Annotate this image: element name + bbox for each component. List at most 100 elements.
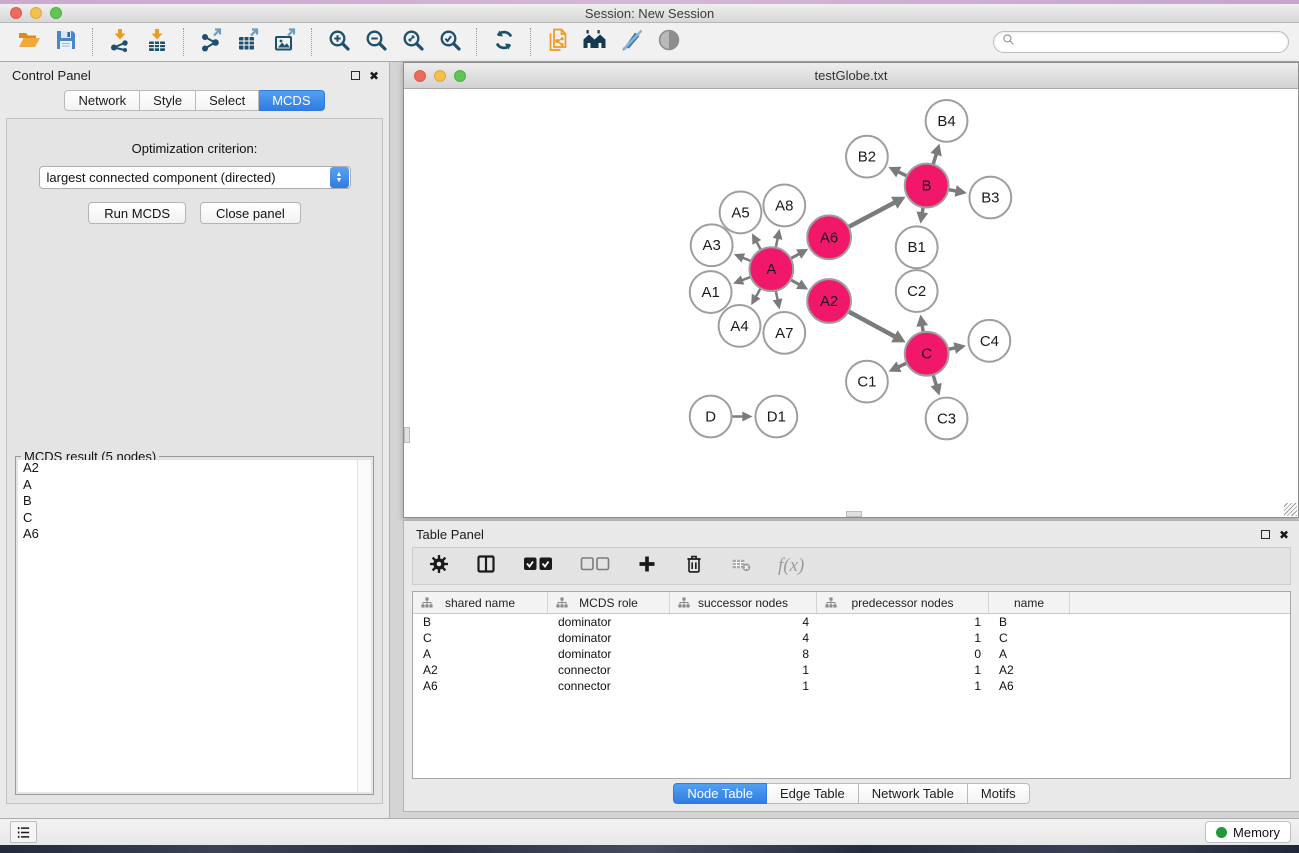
- table-row[interactable]: Adominator80A: [413, 646, 1290, 662]
- toolbar-separator: [92, 28, 93, 56]
- table-float-panel-icon[interactable]: [1261, 530, 1270, 539]
- vertical-scrollbar-thumb[interactable]: [404, 427, 410, 443]
- criterion-dropdown[interactable]: largest connected component (directed) ▲…: [39, 166, 351, 189]
- cell-shared-name: A2: [413, 662, 548, 678]
- cell-name: B: [989, 614, 1070, 630]
- cell-successor-nodes: 4: [670, 630, 817, 646]
- refresh-button[interactable]: [485, 26, 522, 58]
- zoom-fit-button[interactable]: [394, 26, 431, 58]
- zoom-out-icon: [364, 28, 388, 57]
- mcds-result-item[interactable]: A: [18, 477, 371, 494]
- settings-button[interactable]: [429, 554, 449, 579]
- app-title: Session: New Session: [585, 6, 714, 21]
- table-row[interactable]: Bdominator41B: [413, 614, 1290, 630]
- mcds-result-item[interactable]: C: [18, 510, 371, 527]
- network-window-titlebar[interactable]: testGlobe.txt: [404, 63, 1298, 89]
- cell-successor-nodes: 1: [670, 678, 817, 694]
- delete-table-button: [731, 554, 751, 579]
- minimize-window-button[interactable]: [30, 7, 42, 19]
- show-columns-button[interactable]: [476, 554, 496, 579]
- open-session-icon: [17, 28, 41, 57]
- column-header-successor-nodes[interactable]: successor nodes: [670, 592, 817, 613]
- zoom-selected-button[interactable]: [431, 26, 468, 58]
- first-neighbors-button[interactable]: [576, 26, 613, 58]
- mcds-result-list[interactable]: A2ABCA6: [18, 460, 371, 792]
- hide-graphics-details-icon: [620, 28, 644, 57]
- window-resize-handle[interactable]: [1284, 503, 1297, 516]
- tab-node-table[interactable]: Node Table: [673, 783, 767, 804]
- tab-edge-table[interactable]: Edge Table: [767, 783, 859, 804]
- new-network-from-selection-button[interactable]: [539, 26, 576, 58]
- delete-rows-button[interactable]: [684, 554, 704, 579]
- hierarchy-icon: [556, 597, 568, 612]
- tab-mcds[interactable]: MCDS: [259, 90, 324, 111]
- search-box[interactable]: [993, 31, 1289, 53]
- app-titlebar: Session: New Session: [0, 4, 1299, 23]
- zoom-in-button[interactable]: [320, 26, 357, 58]
- tab-select[interactable]: Select: [196, 90, 259, 111]
- column-header-MCDS-role[interactable]: MCDS role: [548, 592, 670, 613]
- float-panel-icon[interactable]: [351, 71, 360, 80]
- network-canvas[interactable]: AA1A2A3A4A5A6A7A8BB1B2B3B4CC1C2C3C4DD1: [404, 89, 1298, 517]
- column-header-shared-name[interactable]: shared name: [413, 592, 548, 613]
- import-table-button[interactable]: [138, 26, 175, 58]
- zoom-window-button[interactable]: [50, 7, 62, 19]
- save-session-button[interactable]: [47, 26, 84, 58]
- cell-successor-nodes: 8: [670, 646, 817, 662]
- graph-node-label-D1: D1: [767, 408, 786, 425]
- task-history-button[interactable]: [10, 821, 37, 843]
- delete-rows-icon: [684, 554, 704, 579]
- cell-MCDS-role: connector: [548, 678, 670, 694]
- cell-shared-name: B: [413, 614, 548, 630]
- search-input[interactable]: [1020, 35, 1280, 49]
- add-row-button[interactable]: [637, 554, 657, 579]
- close-panel-icon[interactable]: ✖: [369, 70, 379, 82]
- network-minimize-button[interactable]: [434, 70, 446, 82]
- cell-name: A6: [989, 678, 1070, 694]
- export-table-button[interactable]: [229, 26, 266, 58]
- graph-node-label-B2: B2: [858, 149, 876, 166]
- export-network-button[interactable]: [192, 26, 229, 58]
- cell-shared-name: C: [413, 630, 548, 646]
- table-close-panel-icon[interactable]: ✖: [1279, 529, 1289, 541]
- network-zoom-button[interactable]: [454, 70, 466, 82]
- table-row[interactable]: A2connector11A2: [413, 662, 1290, 678]
- desktop-wallpaper-bottom: [0, 845, 1299, 853]
- close-window-button[interactable]: [10, 7, 22, 19]
- export-table-icon: [236, 28, 260, 57]
- table-row[interactable]: A6connector11A6: [413, 678, 1290, 694]
- tab-network[interactable]: Network: [64, 90, 140, 111]
- mcds-result-box: MCDS result (5 nodes) A2ABCA6: [15, 456, 374, 795]
- mdi-area: Control Panel ✖ NetworkStyleSelectMCDS O…: [0, 62, 1299, 818]
- network-close-button[interactable]: [414, 70, 426, 82]
- open-session-button[interactable]: [10, 26, 47, 58]
- show-graphics-details-button[interactable]: [650, 26, 687, 58]
- zoom-out-button[interactable]: [357, 26, 394, 58]
- graph-node-label-A2: A2: [820, 293, 838, 310]
- table-row[interactable]: Cdominator41C: [413, 630, 1290, 646]
- network-graph[interactable]: AA1A2A3A4A5A6A7A8BB1B2B3B4CC1C2C3C4DD1: [404, 89, 1298, 517]
- export-image-button[interactable]: [266, 26, 303, 58]
- close-panel-button[interactable]: Close panel: [200, 202, 301, 224]
- select-all-button[interactable]: [523, 554, 553, 579]
- mcds-result-item[interactable]: B: [18, 493, 371, 510]
- cell-name: A2: [989, 662, 1070, 678]
- graph-node-label-A8: A8: [775, 197, 793, 214]
- tab-style[interactable]: Style: [140, 90, 196, 111]
- result-scrollbar[interactable]: [357, 460, 371, 792]
- column-header-predecessor-nodes[interactable]: predecessor nodes: [817, 592, 989, 613]
- cell-MCDS-role: dominator: [548, 614, 670, 630]
- column-header-name[interactable]: name: [989, 592, 1070, 613]
- tab-motifs[interactable]: Motifs: [968, 783, 1030, 804]
- import-network-button[interactable]: [101, 26, 138, 58]
- toolbar-separator: [476, 28, 477, 56]
- memory-button[interactable]: Memory: [1205, 821, 1291, 843]
- criterion-dropdown-value: largest connected component (directed): [40, 170, 330, 185]
- hide-graphics-details-button[interactable]: [613, 26, 650, 58]
- run-mcds-button[interactable]: Run MCDS: [88, 202, 186, 224]
- horizontal-scrollbar-thumb[interactable]: [846, 511, 862, 517]
- mcds-result-item[interactable]: A6: [18, 526, 371, 543]
- mcds-result-item[interactable]: A2: [18, 460, 371, 477]
- deselect-all-button[interactable]: [580, 554, 610, 579]
- tab-network-table[interactable]: Network Table: [859, 783, 968, 804]
